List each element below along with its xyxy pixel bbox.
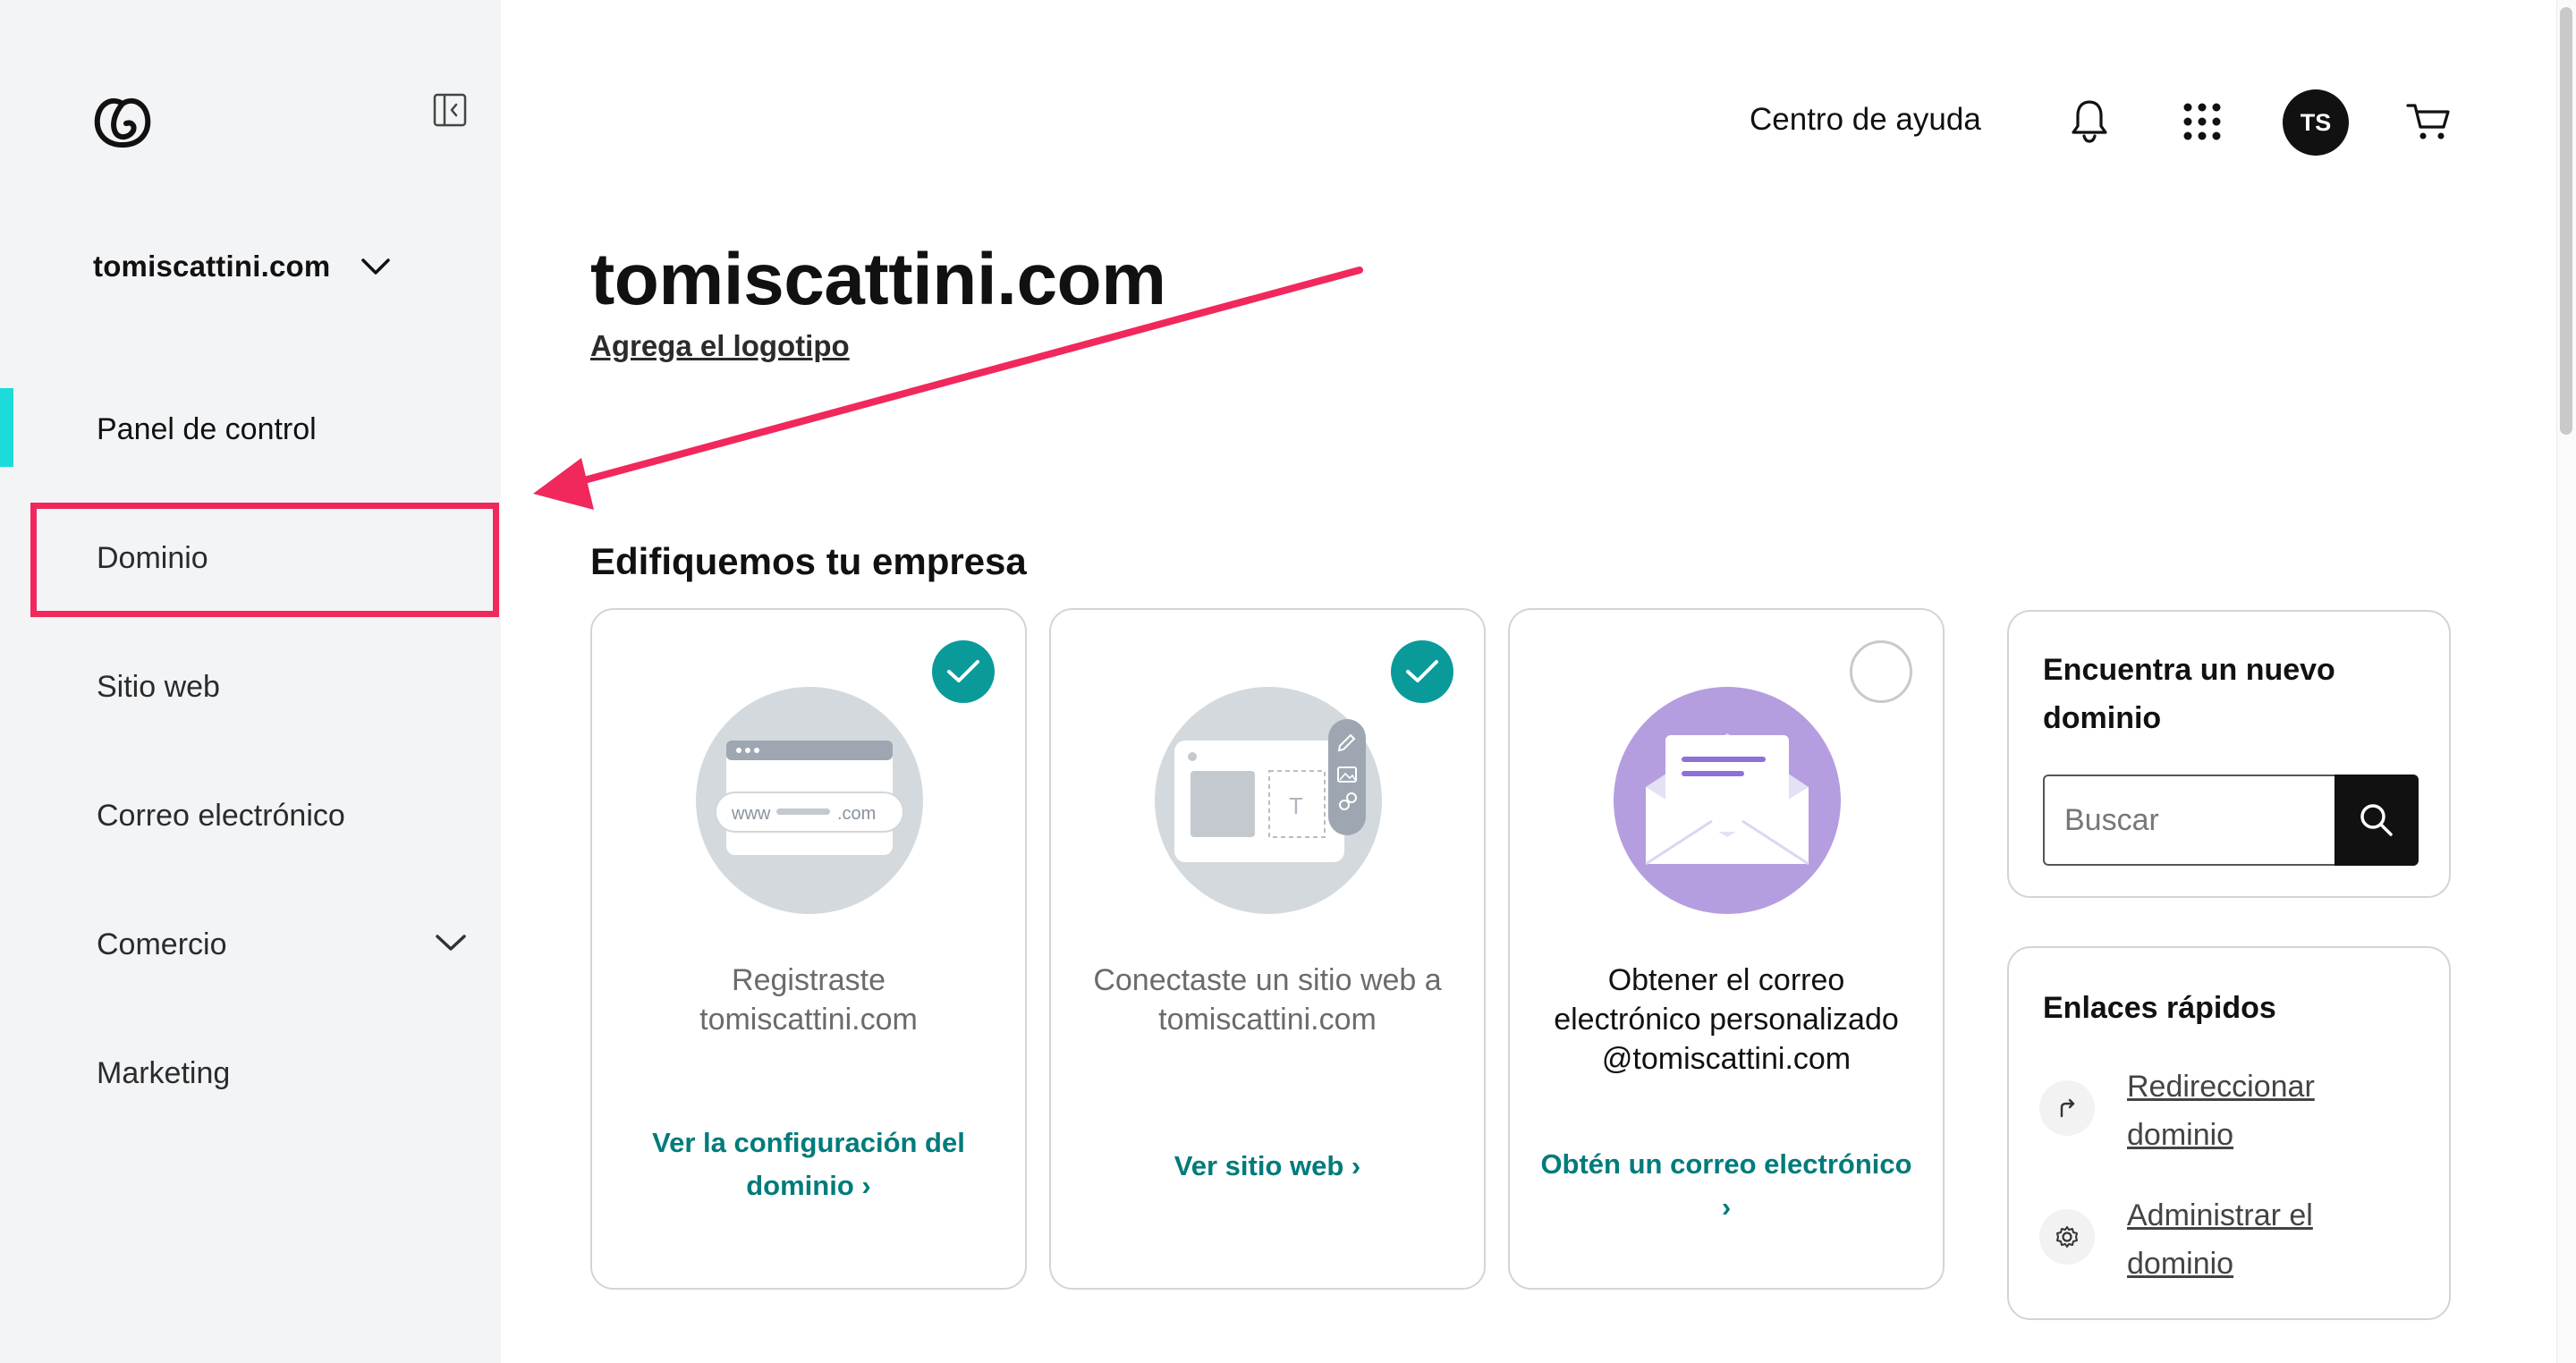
- user-avatar[interactable]: TS: [2283, 89, 2349, 156]
- get-email-link[interactable]: Obtén un correo electrónico ›: [1528, 1143, 1925, 1229]
- sidebar-item-marketing[interactable]: Marketing: [97, 1054, 230, 1093]
- quick-links-title: Enlaces rápidos: [2043, 991, 2276, 1025]
- redirect-arrow-icon: [2039, 1080, 2095, 1136]
- find-domain-card: Encuentra un nuevo dominio: [2007, 610, 2451, 898]
- domain-switcher[interactable]: tomiscattini.com: [93, 249, 391, 284]
- onboarding-card-email: Obtener el correo electrónico personaliz…: [1508, 608, 1945, 1290]
- quick-link-label[interactable]: Redireccionar dominio: [2127, 1062, 2360, 1159]
- sidebar-item-dashboard[interactable]: Panel de control: [97, 410, 317, 449]
- search-icon: [2360, 804, 2393, 836]
- apps-grid-icon[interactable]: [2182, 102, 2222, 141]
- help-center-link[interactable]: Centro de ayuda: [1750, 102, 1981, 138]
- domain-switcher-label: tomiscattini.com: [93, 250, 331, 283]
- collapse-sidebar-icon[interactable]: [433, 93, 467, 127]
- section-title: Edifiquemos tu empresa: [590, 540, 1027, 582]
- check-circle-icon: [1391, 640, 1453, 703]
- chevron-down-icon[interactable]: [435, 932, 467, 953]
- illustration-www-text: www: [731, 804, 771, 824]
- search-button[interactable]: [2334, 775, 2419, 866]
- find-domain-title: Encuentra un nuevo dominio: [2043, 653, 2335, 735]
- active-nav-indicator: [0, 388, 13, 467]
- card-description: Registraste tomiscattini.com: [699, 963, 918, 1037]
- view-website-link[interactable]: Ver sitio web ›: [1069, 1145, 1466, 1188]
- quick-links-card: Enlaces rápidos Redireccionar dominio Ad…: [2007, 946, 2451, 1320]
- card-description: Obtener el correo electrónico personaliz…: [1554, 963, 1899, 1076]
- annotation-arrow-icon: [533, 267, 1363, 510]
- bell-icon[interactable]: [2070, 98, 2109, 143]
- card-description: Conectaste un sitio web a tomiscattini.c…: [1093, 963, 1442, 1037]
- domain-search-input[interactable]: [2043, 775, 2334, 866]
- gear-icon: [2039, 1209, 2095, 1265]
- sidebar-item-email[interactable]: Correo electrónico: [97, 796, 345, 835]
- view-domain-settings-link[interactable]: Ver la configuración del dominio ›: [610, 1122, 1007, 1207]
- godaddy-logo-icon[interactable]: [92, 93, 153, 148]
- onboarding-card-website: T Conectaste un sitio web a tomiscattini…: [1049, 608, 1486, 1290]
- scrollbar-thumb[interactable]: [2560, 7, 2572, 435]
- quick-link-redirect-domain[interactable]: Redireccionar dominio: [2039, 1062, 2360, 1159]
- domain-search: [2043, 775, 2419, 866]
- check-circle-icon: [932, 640, 995, 703]
- website-illustration-icon: T: [1155, 687, 1382, 914]
- chevron-down-icon: [361, 258, 391, 275]
- onboarding-card-domain: www .com Registraste tomiscattini.com Ve…: [590, 608, 1027, 1290]
- email-envelope-illustration-icon: [1614, 687, 1841, 914]
- quick-link-manage-domain[interactable]: Administrar el dominio: [2039, 1191, 2360, 1288]
- annotation-highlight-box: [30, 503, 499, 617]
- illustration-com-text: .com: [837, 804, 876, 824]
- cart-icon[interactable]: [2406, 102, 2451, 141]
- sidebar-item-website[interactable]: Sitio web: [97, 667, 220, 707]
- quick-link-label[interactable]: Administrar el dominio: [2127, 1191, 2360, 1288]
- vertical-scrollbar[interactable]: [2556, 0, 2576, 1363]
- illustration-text-glyph: T: [1289, 792, 1303, 819]
- sidebar-item-commerce[interactable]: Comercio: [97, 925, 226, 964]
- sidebar: tomiscattini.com Panel de control Domini…: [0, 0, 501, 1363]
- incomplete-circle-icon[interactable]: [1850, 640, 1912, 703]
- domain-illustration-icon: www .com: [696, 687, 923, 914]
